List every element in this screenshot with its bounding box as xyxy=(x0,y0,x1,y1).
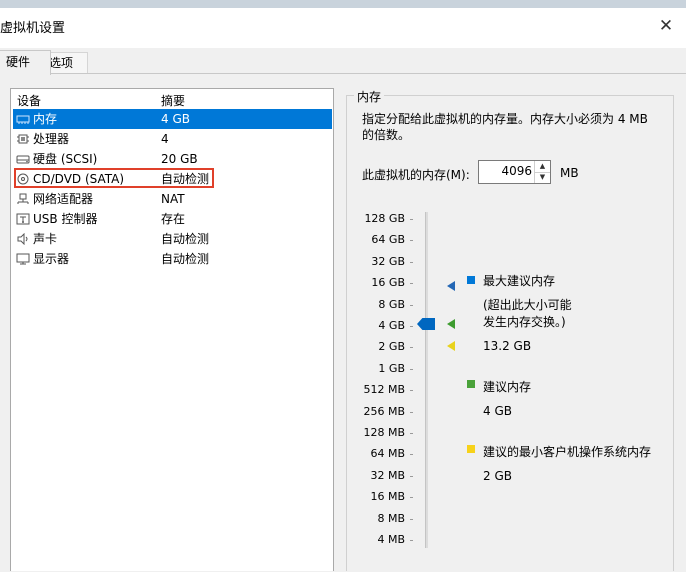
memory-field-label: 此虚拟机的内存(M): xyxy=(362,168,470,182)
memory-spin-buttons: ▲ ▼ xyxy=(534,161,550,183)
network-adapter-icon xyxy=(17,193,29,204)
device-summary: NAT xyxy=(161,192,185,206)
usb-controller-icon xyxy=(16,213,30,225)
device-row-usb-controller[interactable]: USB 控制器 存在 xyxy=(13,209,332,229)
scale-tick xyxy=(410,219,413,220)
memory-slider-track[interactable] xyxy=(425,212,428,548)
max-recommended-swatch xyxy=(467,276,475,284)
memory-spinbox[interactable]: 4096 ▲ ▼ xyxy=(478,160,551,184)
sound-card-icon xyxy=(17,233,28,245)
scale-label: 64 MB xyxy=(370,447,405,461)
device-name: 内存 xyxy=(33,112,58,126)
scale-tick xyxy=(410,454,413,456)
max-recommended-value: 13.2 GB xyxy=(483,339,532,353)
scale-label: 8 GB xyxy=(378,297,405,311)
device-name: 显示器 xyxy=(33,252,70,266)
scale-tick xyxy=(410,475,413,477)
device-row-hard-disk[interactable]: 硬盘 (SCSI) 20 GB xyxy=(13,149,332,169)
title-bar: 虚拟机设置 ✕ xyxy=(0,8,686,48)
min-guest-swatch xyxy=(467,445,475,453)
memory-group-label: 内存 xyxy=(354,88,385,105)
min-guest-title: 建议的最小客户机操作系统内存 xyxy=(483,445,652,459)
device-list-header: 设备 摘要 xyxy=(11,89,333,109)
scale-label: 2 GB xyxy=(378,340,405,354)
scale-tick xyxy=(410,326,413,327)
scale-tick xyxy=(410,433,413,434)
window-title: 虚拟机设置 xyxy=(0,21,66,36)
scale-label: 8 MB xyxy=(377,511,405,525)
device-row-network-adapter[interactable]: 网络适配器 NAT xyxy=(13,189,332,209)
summary-column-header[interactable]: 摘要 xyxy=(161,92,185,109)
device-row-display[interactable]: 显示器 自动检测 xyxy=(13,249,332,269)
recommended-title: 建议内存 xyxy=(483,380,532,394)
device-summary: 4 GB xyxy=(161,112,190,126)
device-summary: 自动检测 xyxy=(161,252,210,266)
scale-label: 16 GB xyxy=(371,276,405,290)
scale-tick xyxy=(410,261,413,263)
device-column-header[interactable]: 设备 xyxy=(17,92,41,109)
scale-label: 4 GB xyxy=(378,319,405,332)
spin-down-button[interactable]: ▼ xyxy=(535,172,550,183)
device-summary: 4 xyxy=(161,132,169,146)
scale-tick xyxy=(410,390,413,392)
device-name: 处理器 xyxy=(33,132,70,146)
scale-tick xyxy=(410,540,413,541)
device-list: 设备 摘要 内存 4 GB 处理器 4 硬盘 (SCSI) 20 GB CD/D… xyxy=(10,88,334,571)
scale-tick xyxy=(410,497,413,499)
recommended-swatch xyxy=(467,380,475,388)
device-summary: 存在 xyxy=(161,212,186,226)
scale-tick xyxy=(410,411,413,413)
max-recommended-title: 最大建议内存 xyxy=(483,274,556,288)
max-recommended-note: (超出此大小可能 发生内存交换。) xyxy=(483,298,572,329)
close-button[interactable]: ✕ xyxy=(654,14,678,38)
scale-label: 16 MB xyxy=(370,490,405,504)
scale-tick xyxy=(410,240,413,242)
recommended-value: 4 GB xyxy=(483,404,512,418)
scale-tick xyxy=(410,368,413,370)
scale-label: 512 MB xyxy=(363,383,405,397)
device-summary: 20 GB xyxy=(161,152,198,166)
device-name: USB 控制器 xyxy=(33,212,98,226)
memory-description: 指定分配给此虚拟机的内存量。内存大小必须为 4 MB 的倍数。 xyxy=(362,112,648,142)
scale-label: 64 GB xyxy=(371,233,405,247)
scale-tick xyxy=(410,347,413,349)
tab-strip: 硬件 选项 xyxy=(0,48,686,75)
device-row-memory[interactable]: 内存 4 GB xyxy=(13,109,332,129)
display-icon xyxy=(16,253,30,265)
scale-label: 32 GB xyxy=(371,254,405,268)
scale-label: 1 GB xyxy=(378,361,405,375)
memory-value-input[interactable]: 4096 xyxy=(501,164,532,178)
min-guest-value: 2 GB xyxy=(483,469,512,483)
cd-dvd-highlight-box xyxy=(14,168,214,188)
scale-label: 32 MB xyxy=(370,468,405,482)
scale-label: 128 GB xyxy=(364,212,405,225)
close-icon: ✕ xyxy=(658,16,674,36)
recommended-marker xyxy=(447,319,455,329)
scale-label: 128 MB xyxy=(363,426,405,439)
memory-unit-label: MB xyxy=(560,166,579,180)
device-name: 硬盘 (SCSI) xyxy=(33,152,98,166)
scale-tick xyxy=(410,283,413,285)
device-row-sound-card[interactable]: 声卡 自动检测 xyxy=(13,229,332,249)
top-strip xyxy=(0,0,686,8)
scale-tick xyxy=(410,518,413,520)
tab-hardware[interactable]: 硬件 xyxy=(0,50,51,75)
scale-tick xyxy=(410,304,413,306)
device-row-processor[interactable]: 处理器 4 xyxy=(13,129,332,149)
memory-icon xyxy=(16,115,30,124)
device-name: 网络适配器 xyxy=(33,192,94,206)
max-recommended-marker xyxy=(447,281,455,291)
scale-label: 4 MB xyxy=(377,533,405,546)
device-summary: 自动检测 xyxy=(161,232,210,246)
scale-label: 256 MB xyxy=(363,404,405,418)
device-name: 声卡 xyxy=(33,232,58,246)
min-guest-marker xyxy=(447,341,455,351)
processor-icon xyxy=(17,134,29,144)
hard-disk-icon xyxy=(16,155,30,164)
